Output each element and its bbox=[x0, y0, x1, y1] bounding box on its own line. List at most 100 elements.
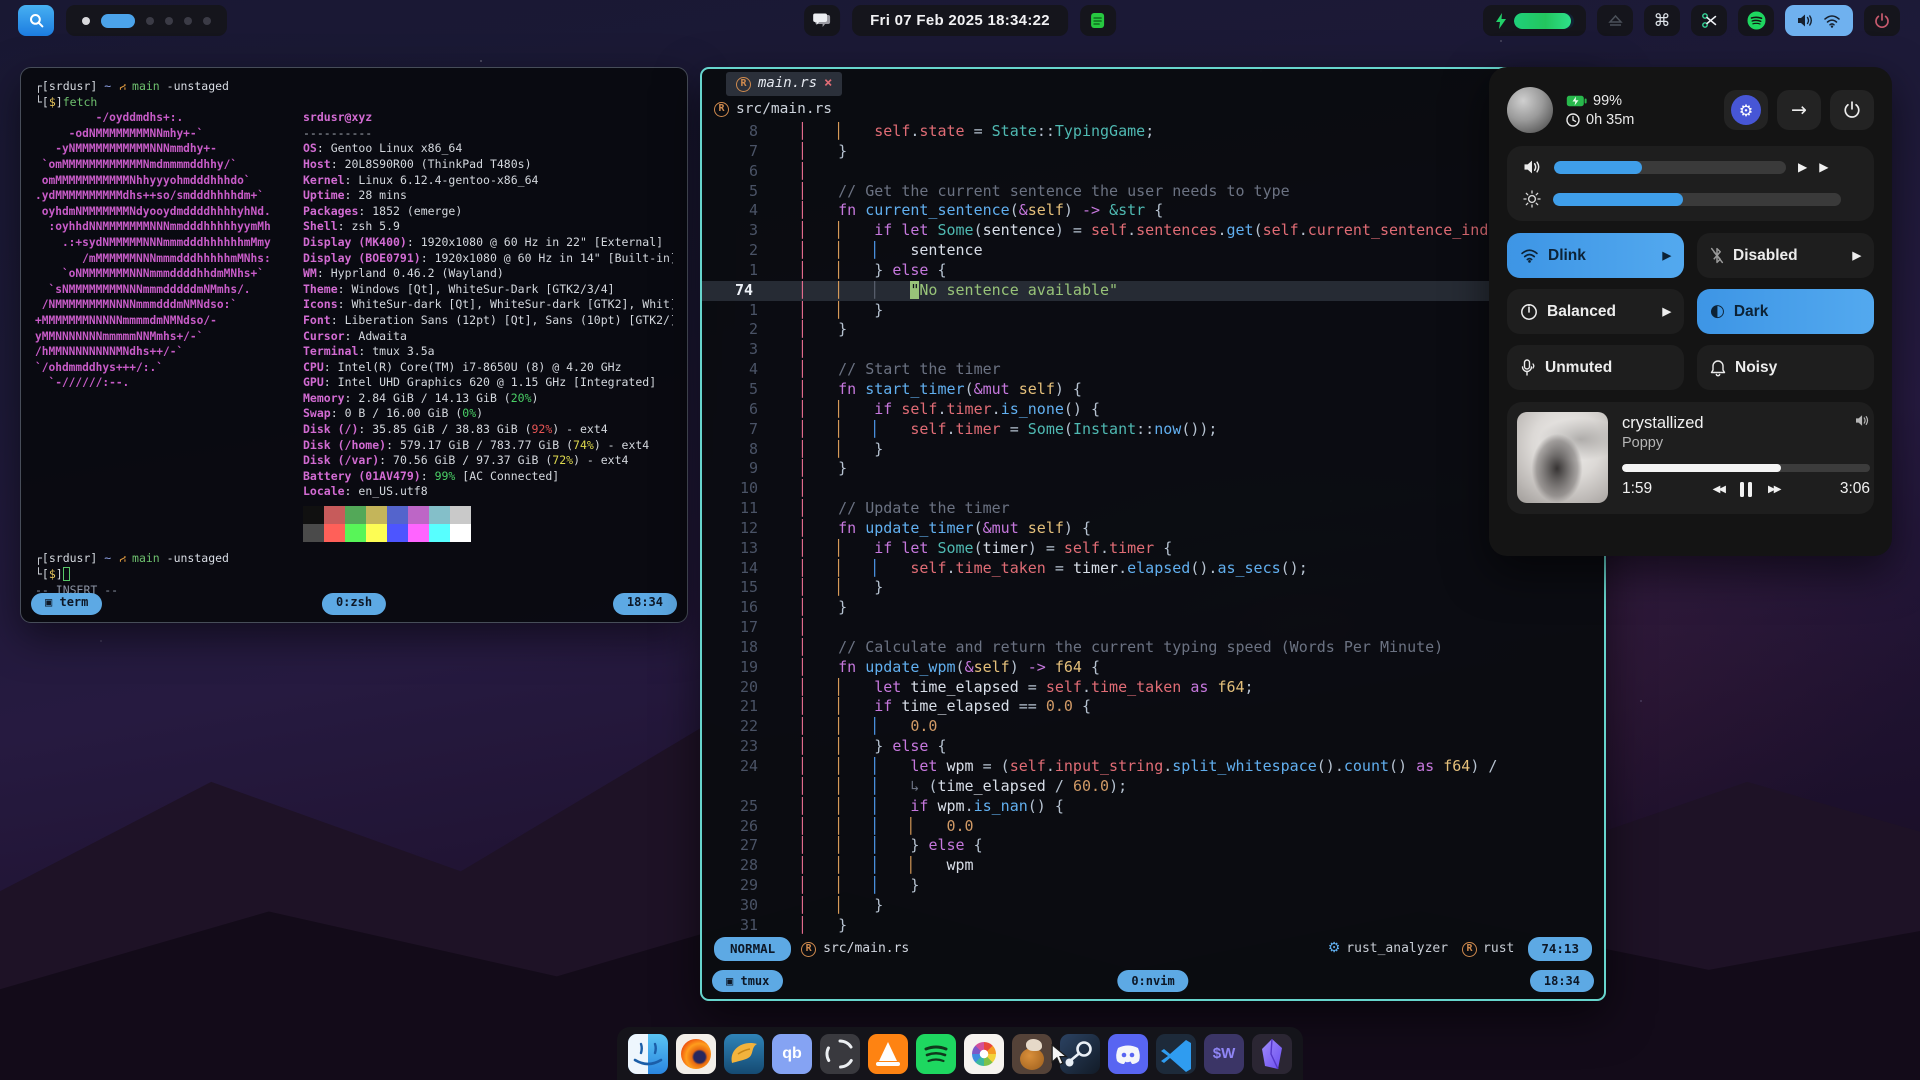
dock-app-finder[interactable] bbox=[628, 1034, 668, 1074]
shutdown-button[interactable] bbox=[1830, 90, 1874, 130]
workspace-indicator[interactable] bbox=[66, 5, 227, 36]
workspace-active-pill[interactable] bbox=[101, 14, 135, 28]
qbittorrent-icon: qb bbox=[782, 1045, 802, 1063]
previous-track-button[interactable]: ◀◀ bbox=[1713, 484, 1724, 495]
line-number: 17 bbox=[702, 618, 802, 638]
track-progress-bar[interactable] bbox=[1622, 464, 1870, 472]
tmux-window-pill[interactable]: 0:nvim bbox=[1117, 970, 1188, 992]
tmux-session-pill[interactable]: ▣ term bbox=[31, 593, 102, 615]
battery-bar bbox=[1514, 13, 1574, 29]
dock-app-obsidian[interactable] bbox=[1252, 1034, 1292, 1074]
album-art bbox=[1517, 412, 1608, 503]
volume-expand-icon[interactable]: ▶ bbox=[1798, 160, 1807, 174]
dock-app-vscode[interactable] bbox=[1156, 1034, 1196, 1074]
tab-main-rs[interactable]: R main.rs × bbox=[726, 72, 842, 96]
code-editor-area[interactable]: 8▏ ▏ self.state = State::TypingGame;7▏ }… bbox=[702, 122, 1604, 936]
dock-app-zen-browser[interactable] bbox=[820, 1034, 860, 1074]
control-center-header: 99% 0h 35m ⚙ → bbox=[1507, 85, 1874, 135]
thunderbird-icon bbox=[724, 1034, 764, 1074]
code-line: 3▏ bbox=[702, 340, 1604, 360]
shell-prompt-line-3: ┌[srdusr] ~ ⌥ main -unstaged bbox=[35, 551, 673, 567]
tmux-clock: 18:34 bbox=[627, 595, 663, 609]
dock-app-spotify[interactable] bbox=[916, 1034, 956, 1074]
dock-app-thunderbird[interactable] bbox=[724, 1034, 764, 1074]
volume-slider[interactable] bbox=[1554, 161, 1786, 174]
clock-widget[interactable]: Fri 07 Feb 2025 18:34:22 bbox=[852, 5, 1068, 36]
dock-app-vlc[interactable] bbox=[868, 1034, 908, 1074]
fetch-row: Display (MK400): 1920x1080 @ 60 Hz in 22… bbox=[303, 235, 673, 251]
next-track-button[interactable]: ▶▶ bbox=[1768, 484, 1779, 495]
workspace-dot-6[interactable] bbox=[203, 17, 211, 25]
code-line: 11▏ // Update the timer bbox=[702, 499, 1604, 519]
code-line: 6▏ bbox=[702, 162, 1604, 182]
shell-prompt-line-2: └[$]fetch bbox=[35, 95, 673, 111]
battery-widget[interactable] bbox=[1483, 5, 1586, 36]
screenshot-button[interactable] bbox=[1691, 5, 1727, 36]
speaker-icon bbox=[1855, 414, 1870, 427]
chevron-right-icon[interactable]: ▶ bbox=[1663, 305, 1671, 318]
workspace-dot-3[interactable] bbox=[146, 17, 154, 25]
tmux-window-pill[interactable]: 0:zsh bbox=[322, 593, 386, 615]
toggle-label: Noisy bbox=[1735, 359, 1777, 377]
line-number: 31 bbox=[702, 916, 802, 936]
dock-app-photos[interactable] bbox=[964, 1034, 1004, 1074]
bluetooth-off-icon bbox=[1710, 247, 1724, 264]
audio-network-widget[interactable] bbox=[1785, 5, 1853, 36]
clock-icon bbox=[1566, 113, 1580, 127]
settings-button[interactable]: ⚙ bbox=[1724, 90, 1768, 130]
dock-app-qbittorrent[interactable]: qb bbox=[772, 1034, 812, 1074]
brightness-sun-icon bbox=[1523, 190, 1541, 208]
code-line: 25▏ ▏ ▏ if wpm.is_nan() { bbox=[702, 797, 1604, 817]
dock-app-discord[interactable] bbox=[1108, 1034, 1148, 1074]
eject-button[interactable] bbox=[1597, 5, 1633, 36]
dock-app-mascot[interactable] bbox=[1012, 1034, 1052, 1074]
terminal-color-palette bbox=[303, 506, 673, 542]
winbar-path: src/main.rs bbox=[736, 100, 832, 120]
charging-bolt-icon bbox=[1495, 13, 1507, 29]
avatar[interactable] bbox=[1507, 87, 1553, 133]
notifications-button[interactable] bbox=[804, 5, 840, 36]
tab-close-icon[interactable]: × bbox=[824, 74, 832, 94]
code-line: 18▏ // Calculate and return the current … bbox=[702, 638, 1604, 658]
workspace-dot-1[interactable] bbox=[82, 17, 90, 25]
dock-app-sw[interactable]: $W bbox=[1204, 1034, 1244, 1074]
microphone-toggle[interactable]: Unmuted bbox=[1507, 345, 1684, 390]
fetch-row: Icons: WhiteSur-dark [Qt], WhiteSur-dark… bbox=[303, 297, 673, 313]
command-button[interactable]: ⌘ bbox=[1644, 5, 1680, 36]
notifications-toggle[interactable]: Noisy bbox=[1697, 345, 1874, 390]
chevron-right-icon[interactable]: ▶ bbox=[1663, 249, 1671, 262]
workspace-dot-4[interactable] bbox=[165, 17, 173, 25]
chevron-right-icon[interactable]: ▶ bbox=[1853, 249, 1861, 262]
tmux-session-pill[interactable]: ▣ tmux bbox=[712, 970, 783, 992]
search-button[interactable] bbox=[18, 5, 54, 36]
vlc-icon bbox=[879, 1042, 897, 1061]
logout-button[interactable]: → bbox=[1777, 90, 1821, 130]
brightness-slider[interactable] bbox=[1553, 193, 1841, 206]
vim-mode-pill: NORMAL bbox=[714, 937, 791, 961]
dark-mode-toggle[interactable]: ◐ Dark bbox=[1697, 289, 1874, 334]
line-number: 23 bbox=[702, 737, 802, 757]
obsidian-icon bbox=[1252, 1034, 1292, 1074]
spotify-icon bbox=[1747, 11, 1766, 30]
spotify-button[interactable] bbox=[1738, 5, 1774, 36]
line-number: 4 bbox=[702, 201, 802, 221]
line-number: 3 bbox=[702, 340, 802, 360]
bluetooth-toggle[interactable]: Disabled ▶ bbox=[1697, 233, 1874, 278]
line-number: 6 bbox=[702, 162, 802, 182]
dock-app-firefox[interactable] bbox=[676, 1034, 716, 1074]
output-select-icon[interactable]: ▶ bbox=[1819, 160, 1828, 174]
tmux-window-icon: ▣ bbox=[726, 974, 733, 988]
photos-icon bbox=[972, 1042, 996, 1066]
terminal-window[interactable]: ┌[srdusr] ~ ⌥ main -unstaged └[$]fetch -… bbox=[20, 67, 688, 623]
track-progress-fill bbox=[1622, 464, 1781, 472]
power-button[interactable] bbox=[1864, 5, 1900, 36]
pause-button[interactable] bbox=[1740, 482, 1752, 497]
notes-button[interactable] bbox=[1080, 5, 1116, 36]
fetch-row: Disk (/var): 70.56 GiB / 97.37 GiB (72%)… bbox=[303, 453, 673, 469]
editor-window[interactable]: R main.rs × R src/main.rs 8▏ ▏ self.stat… bbox=[700, 67, 1606, 1001]
line-number: 7 bbox=[702, 142, 802, 162]
wifi-toggle[interactable]: Dlink ▶ bbox=[1507, 233, 1684, 278]
line-number: 12 bbox=[702, 519, 802, 539]
workspace-dot-5[interactable] bbox=[184, 17, 192, 25]
power-profile-toggle[interactable]: Balanced ▶ bbox=[1507, 289, 1684, 334]
